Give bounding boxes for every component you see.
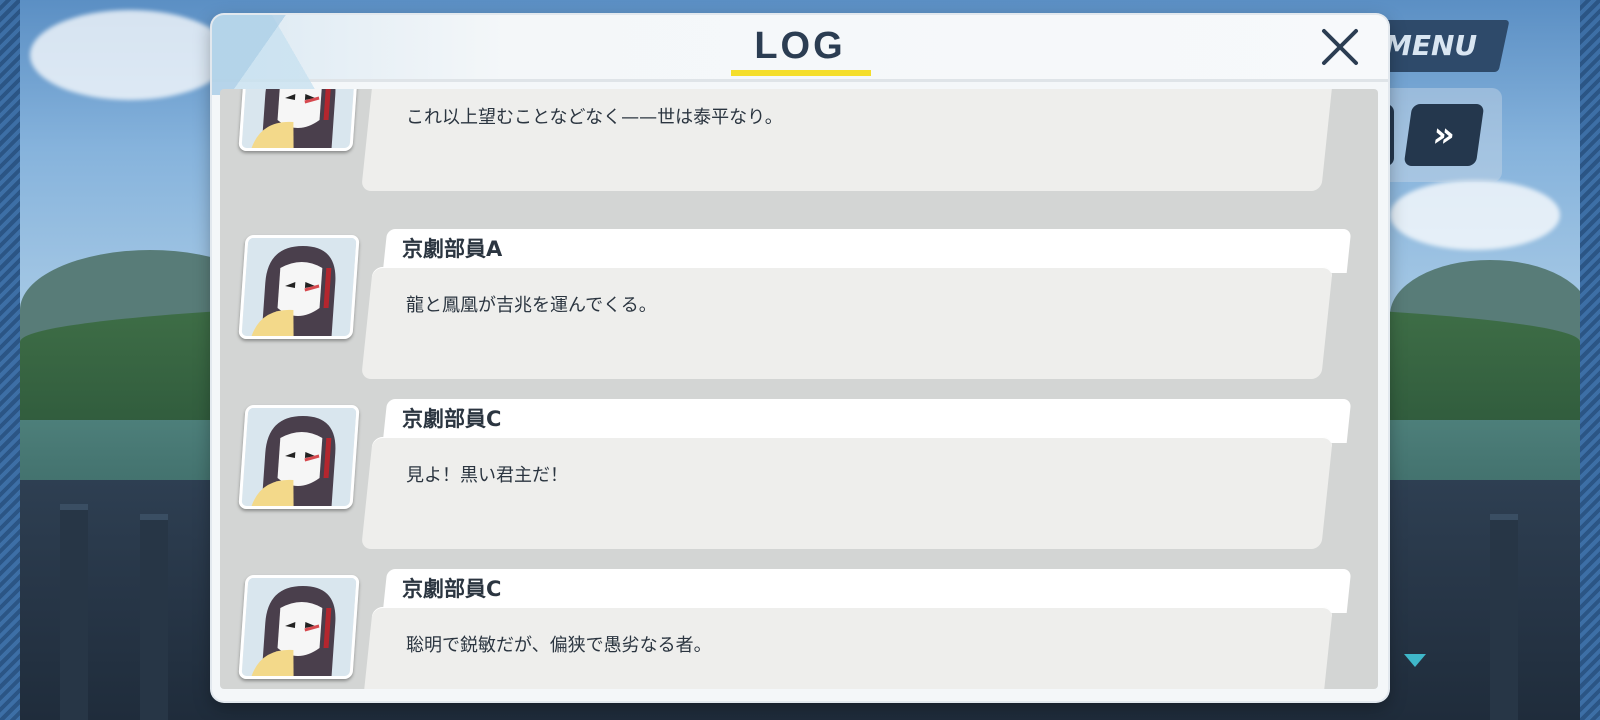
railing-post	[60, 504, 88, 720]
title-underline	[731, 70, 871, 76]
avatar[interactable]	[238, 89, 360, 151]
log-entry: 京劇部員C 聡明で鋭敏だが、偏狭で愚劣なる者。	[220, 569, 1378, 689]
masked-performer-portrait-icon	[241, 238, 357, 336]
left-border-stripe	[0, 0, 20, 720]
masked-performer-portrait-icon	[241, 578, 357, 676]
message-text: これ以上望むことなどなく——世は泰平なり。	[406, 107, 783, 128]
message-text: 龍と鳳凰が吉兆を運んでくる。	[406, 295, 657, 316]
railing-post	[1490, 514, 1518, 720]
speaker-name: 京劇部員A	[402, 237, 503, 261]
masked-performer-portrait-icon	[241, 89, 357, 148]
message-box	[361, 267, 1333, 379]
avatar[interactable]	[238, 405, 360, 509]
log-entry: 京劇部員A 龍と鳳凰が吉兆を運んでくる。	[220, 229, 1378, 389]
cloud	[1390, 180, 1560, 250]
avatar[interactable]	[238, 235, 360, 339]
right-border-stripe	[1580, 0, 1600, 720]
fast-forward-icon: »	[1430, 115, 1458, 155]
cloud	[30, 10, 230, 100]
speaker-name: 京劇部員C	[402, 577, 502, 601]
log-dialog: LOG これ以上望むことなどなく——世は泰平なり。 京劇部員A 龍と鳳凰が吉兆を…	[212, 15, 1388, 701]
log-title: LOG	[754, 25, 846, 67]
log-entry: 京劇部員C 見よ！黒い君主だ！	[220, 399, 1378, 559]
close-icon	[1322, 29, 1358, 65]
close-button[interactable]	[1316, 23, 1364, 71]
avatar[interactable]	[238, 575, 360, 679]
masked-performer-portrait-icon	[241, 408, 357, 506]
log-header: LOG	[212, 15, 1388, 95]
log-scroll-area[interactable]: これ以上望むことなどなく——世は泰平なり。 京劇部員A 龍と鳳凰が吉兆を運んでく…	[220, 89, 1378, 689]
log-entry: これ以上望むことなどなく——世は泰平なり。	[220, 89, 1378, 201]
message-box	[361, 437, 1333, 549]
message-text: 見よ！黒い君主だ！	[406, 465, 568, 486]
speaker-name: 京劇部員C	[402, 407, 502, 431]
fast-forward-button[interactable]: »	[1403, 104, 1485, 166]
next-indicator-icon	[1404, 654, 1426, 667]
menu-label: MENU	[1384, 29, 1478, 62]
message-text: 聡明で鋭敏だが、偏狭で愚劣なる者。	[406, 635, 712, 656]
railing-post	[140, 514, 168, 720]
